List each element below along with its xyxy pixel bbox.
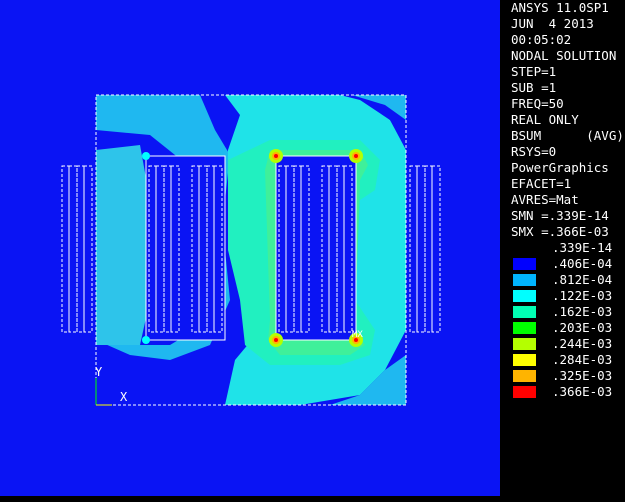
info-line: 00:05:02 <box>511 32 572 47</box>
legend-min-label: .339E-14 <box>552 240 613 255</box>
info-line: REAL ONLY <box>511 112 579 127</box>
legend-label: .406E-04 <box>552 256 613 271</box>
info-line: NODAL SOLUTION <box>511 48 617 63</box>
legend-swatch <box>513 322 536 334</box>
legend-swatch <box>513 306 536 318</box>
y-axis-label: Y <box>95 365 103 379</box>
x-axis-label: X <box>120 390 128 404</box>
legend-label: .366E-03 <box>552 384 613 399</box>
legend-label: .325E-03 <box>552 368 613 383</box>
info-line: EFACET=1 <box>511 176 572 191</box>
graphics-viewport[interactable]: Y X MX <box>0 0 500 502</box>
contour-plot-area[interactable]: Y X MX <box>0 0 500 496</box>
legend-swatch <box>513 290 536 302</box>
legend-swatch <box>513 354 536 366</box>
info-panel: ANSYS 11.0SP1 JUN 4 2013 00:05:02 NODAL … <box>500 0 625 502</box>
info-line: PowerGraphics <box>511 160 609 175</box>
info-line: AVRES=Mat <box>511 192 579 207</box>
legend-label: .203E-03 <box>552 320 613 335</box>
legend-label: .162E-03 <box>552 304 613 319</box>
info-line: SMN =.339E-14 <box>511 208 609 223</box>
legend-swatch <box>513 338 536 350</box>
info-line: JUN 4 2013 <box>511 16 594 31</box>
info-line: BSUM (AVG) <box>511 128 624 143</box>
info-line: FREQ=50 <box>511 96 564 111</box>
legend-label: .812E-04 <box>552 272 613 287</box>
legend-swatch <box>513 274 536 286</box>
legend-label: .284E-03 <box>552 352 613 367</box>
left-window <box>145 155 226 341</box>
info-line: RSYS=0 <box>511 144 557 159</box>
contour-band-left-edge <box>96 145 150 345</box>
legend-label: .244E-03 <box>552 336 613 351</box>
info-line: STEP=1 <box>511 64 557 79</box>
info-line: ANSYS 11.0SP1 <box>511 0 609 15</box>
legend-swatch <box>513 386 536 398</box>
max-marker-label: MX <box>352 330 363 340</box>
contour-plot <box>61 94 441 406</box>
legend-swatch <box>513 258 536 270</box>
info-line: SUB =1 <box>511 80 557 95</box>
info-line: SMX =.366E-03 <box>511 224 609 239</box>
legend-swatch <box>513 370 536 382</box>
legend-label: .122E-03 <box>552 288 613 303</box>
